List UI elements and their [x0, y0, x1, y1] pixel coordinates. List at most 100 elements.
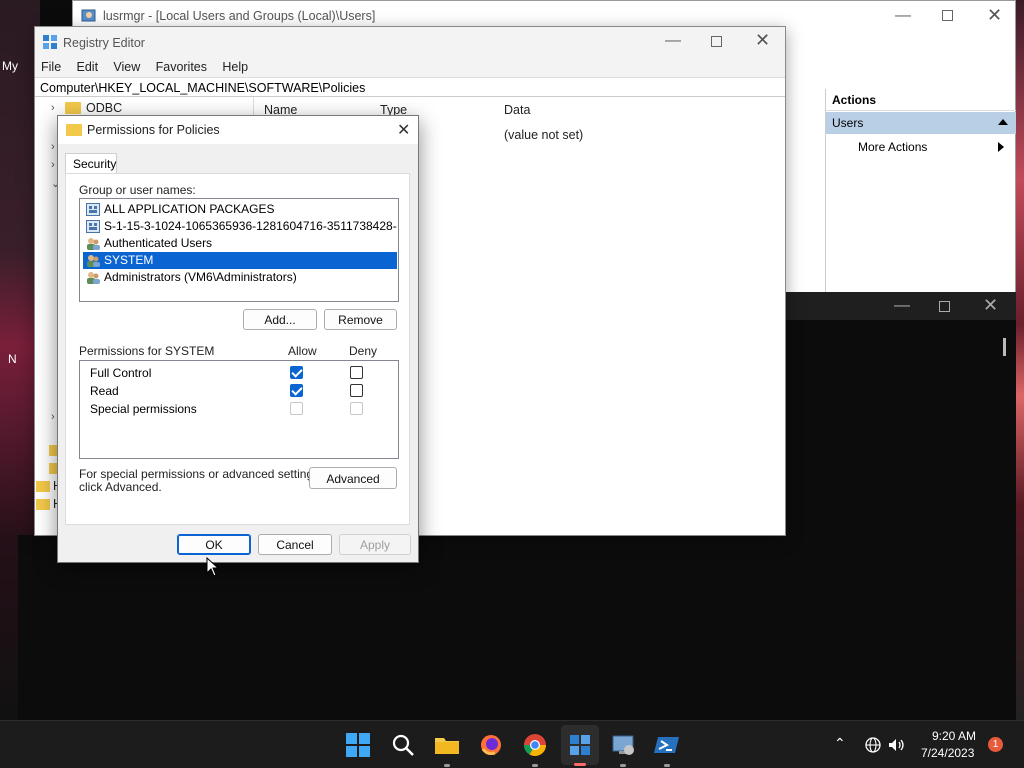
list-item[interactable]: Administrators (VM6\Administrators): [83, 269, 397, 286]
firefox-icon[interactable]: [475, 729, 507, 761]
window-title: Registry Editor: [63, 36, 145, 50]
permissions-for-label: Permissions for SYSTEM: [79, 344, 215, 358]
group-names-label: Group or user names:: [79, 183, 196, 197]
close-icon[interactable]: ✕: [397, 120, 410, 140]
value-row-data[interactable]: (value not set): [504, 128, 583, 142]
package-icon: [86, 203, 100, 216]
close-icon[interactable]: ✕: [755, 30, 770, 51]
expand-chevron-icon[interactable]: ›: [51, 411, 55, 423]
window-title: lusrmgr - [Local Users and Groups (Local…: [103, 9, 376, 23]
folder-icon: [36, 481, 50, 492]
users-icon: [87, 272, 100, 284]
ok-button[interactable]: OK: [177, 534, 251, 555]
deny-column-label: Deny: [349, 344, 378, 358]
maximize-icon[interactable]: [939, 301, 950, 312]
tree-item-odbc[interactable]: ODBC: [86, 101, 122, 115]
full-control-deny-checkbox[interactable]: [350, 366, 363, 379]
network-icon[interactable]: [864, 736, 882, 754]
list-item[interactable]: ALL APPLICATION PACKAGES: [83, 201, 397, 218]
advanced-hint-line1: For special permissions or advanced sett…: [79, 467, 323, 481]
permissions-table: Full Control Read Special permissions: [79, 360, 399, 459]
advanced-hint-line2: click Advanced.: [79, 480, 162, 494]
more-actions-label: More Actions: [858, 140, 928, 154]
menu-favorites[interactable]: Favorites: [150, 57, 213, 77]
regedit-taskbar-button[interactable]: [561, 725, 599, 766]
user-list: ALL APPLICATION PACKAGES S-1-15-3-1024-1…: [79, 198, 399, 302]
user-name: ALL APPLICATION PACKAGES: [104, 202, 275, 216]
permission-name: Special permissions: [90, 402, 197, 416]
search-icon[interactable]: [387, 729, 419, 761]
chrome-icon[interactable]: [519, 729, 551, 767]
collapse-up-icon[interactable]: [998, 119, 1008, 125]
actions-header: Actions: [826, 89, 1016, 111]
folder-icon: [66, 124, 82, 136]
remove-button[interactable]: Remove: [324, 309, 397, 330]
computer-management-icon[interactable]: [607, 729, 639, 767]
tab-security[interactable]: Security: [65, 153, 117, 174]
menu-file[interactable]: File: [35, 57, 67, 77]
menu-edit[interactable]: Edit: [71, 57, 105, 77]
expand-chevron-icon[interactable]: ›: [51, 102, 55, 114]
actions-users-label: Users: [832, 116, 864, 130]
list-item-selected[interactable]: SYSTEM: [83, 252, 397, 269]
expand-chevron-icon[interactable]: ›: [51, 141, 55, 153]
clock-date[interactable]: 7/24/2023: [921, 746, 974, 760]
regedit-icon: [570, 735, 590, 755]
regedit-app-icon: [43, 35, 57, 49]
list-item[interactable]: Authenticated Users: [83, 235, 397, 252]
more-actions-item[interactable]: More Actions: [826, 136, 1016, 158]
permission-name: Read: [90, 384, 119, 398]
maximize-icon[interactable]: [942, 10, 953, 21]
user-name: S-1-15-3-1024-1065365936-1281604716-3511…: [104, 219, 397, 233]
close-icon[interactable]: ✕: [983, 295, 998, 316]
list-item[interactable]: S-1-15-3-1024-1065365936-1281604716-3511…: [83, 218, 397, 235]
dialog-titlebar[interactable]: Permissions for Policies ✕: [58, 116, 418, 144]
chevron-up-icon[interactable]: ⌃: [834, 735, 846, 752]
address-bar[interactable]: Computer\HKEY_LOCAL_MACHINE\SOFTWARE\Pol…: [35, 77, 785, 97]
package-icon: [86, 220, 100, 233]
minimize-icon[interactable]: —: [665, 32, 681, 50]
user-name: Administrators (VM6\Administrators): [104, 270, 297, 284]
clock-time[interactable]: 9:20 AM: [932, 729, 976, 743]
taskbar: ⌃ 9:20 AM 7/24/2023 1: [0, 720, 1024, 768]
powershell-icon[interactable]: [651, 729, 683, 767]
folder-icon: [65, 102, 81, 114]
desktop-icon-label[interactable]: My: [2, 59, 18, 73]
console-titlebar[interactable]: — ✕: [784, 292, 1016, 320]
column-header-data[interactable]: Data: [504, 103, 530, 117]
permissions-dialog: Permissions for Policies ✕ Security Grou…: [57, 115, 419, 563]
actions-users-item[interactable]: Users: [826, 112, 1016, 134]
allow-column-label: Allow: [288, 344, 317, 358]
windows-start-icon[interactable]: [342, 729, 374, 761]
dialog-title: Permissions for Policies: [87, 123, 220, 137]
advanced-button[interactable]: Advanced: [309, 467, 397, 489]
read-allow-checkbox[interactable]: [290, 384, 303, 397]
close-icon[interactable]: ✕: [987, 5, 1002, 26]
file-explorer-icon[interactable]: [431, 729, 463, 767]
user-name: SYSTEM: [104, 253, 154, 267]
cancel-button[interactable]: Cancel: [258, 534, 332, 555]
expand-chevron-icon[interactable]: ›: [51, 159, 55, 171]
minimize-icon[interactable]: —: [895, 7, 911, 25]
read-deny-checkbox[interactable]: [350, 384, 363, 397]
special-deny-checkbox: [350, 402, 363, 415]
actions-pane: Actions Users More Actions: [825, 89, 1016, 293]
add-button[interactable]: Add...: [243, 309, 317, 330]
menu-view[interactable]: View: [107, 57, 146, 77]
desktop-icon-label[interactable]: N: [8, 352, 17, 366]
folder-icon: [36, 499, 50, 510]
volume-icon[interactable]: [887, 736, 905, 754]
minimize-icon[interactable]: —: [894, 297, 910, 315]
mouse-cursor-icon: [206, 557, 220, 577]
regedit-titlebar[interactable]: Registry Editor — ✕: [35, 27, 785, 57]
chevron-right-icon: [998, 142, 1004, 152]
full-control-allow-checkbox[interactable]: [290, 366, 303, 379]
lusrmgr-app-icon: [81, 9, 96, 22]
users-icon: [87, 238, 100, 250]
notification-badge[interactable]: 1: [988, 737, 1003, 752]
console-scrollbar-thumb[interactable]: [1003, 338, 1006, 356]
apply-button: Apply: [339, 534, 411, 555]
menu-help[interactable]: Help: [216, 57, 254, 77]
maximize-icon[interactable]: [711, 36, 722, 47]
console-window: — ✕: [784, 292, 1016, 722]
